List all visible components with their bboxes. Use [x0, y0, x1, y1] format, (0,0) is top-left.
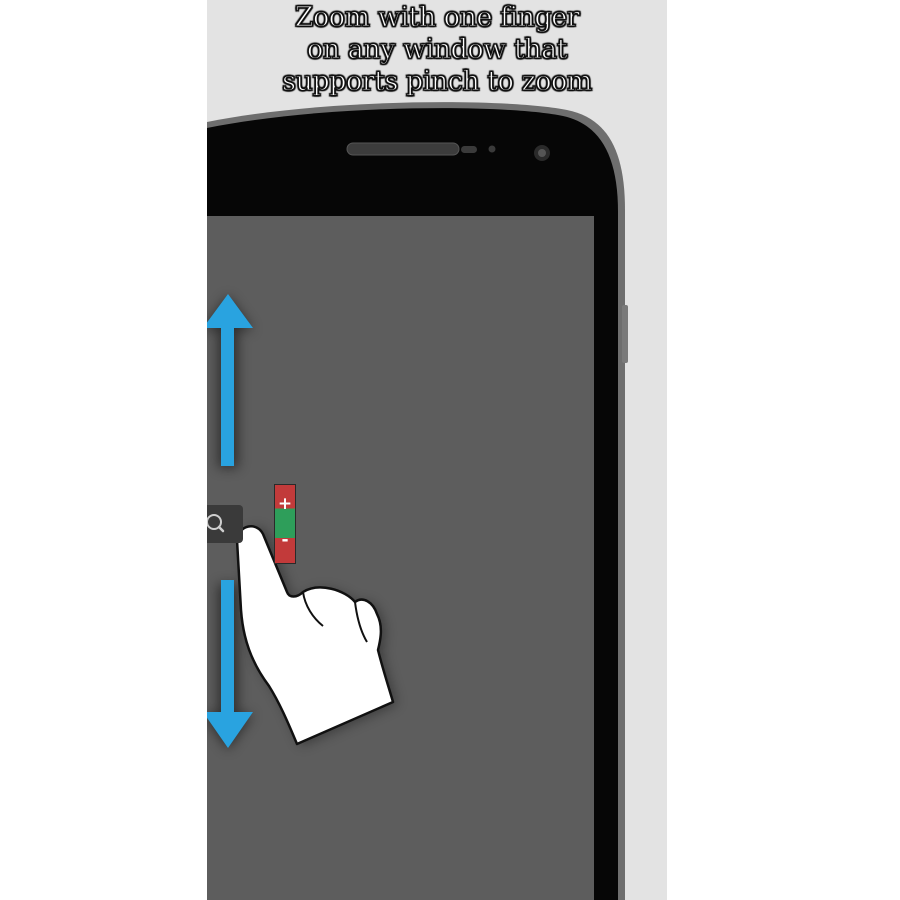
zoom-in-symbol[interactable]: + — [275, 496, 295, 513]
caption-line-2: on any window that — [306, 33, 568, 65]
side-button — [622, 305, 628, 363]
instruction-caption: Zoom with one finger on any window that … — [207, 1, 667, 98]
caption-line-3: supports pinch to zoom — [282, 65, 593, 97]
zoom-search-button[interactable] — [207, 505, 243, 543]
speaker-grill — [346, 142, 460, 156]
screenshot-frame: + - Zoom with one finger on any window t… — [0, 0, 900, 900]
sensor-dot — [488, 145, 496, 153]
caption-line-1: Zoom with one finger — [294, 1, 580, 33]
zoom-out-symbol[interactable]: - — [275, 532, 295, 549]
tutorial-panel: + - Zoom with one finger on any window t… — [207, 0, 667, 900]
magnifier-icon — [207, 514, 225, 533]
zoom-slider[interactable]: + - — [274, 484, 296, 564]
sensor — [461, 146, 477, 153]
phone-illustration — [207, 102, 628, 900]
